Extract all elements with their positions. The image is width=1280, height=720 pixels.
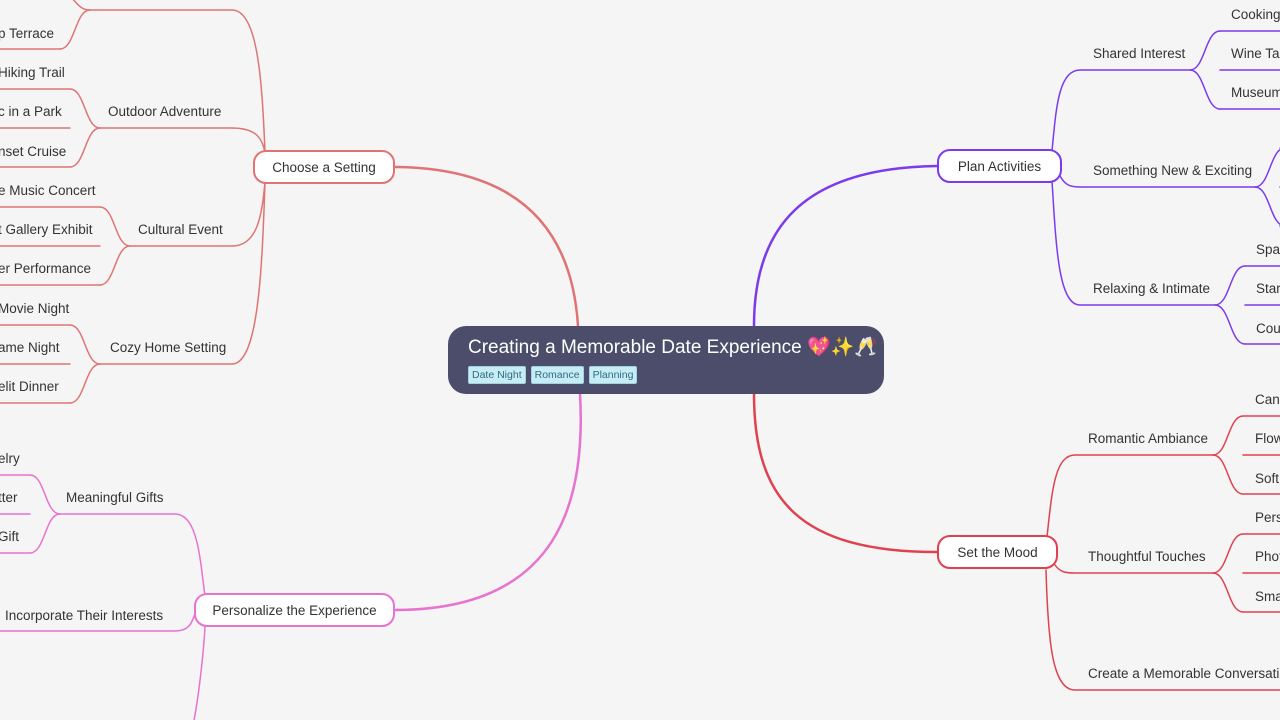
- leaf-node[interactable]: Flow: [1255, 431, 1280, 446]
- leaf-node[interactable]: Hiking Trail: [0, 65, 65, 80]
- connector-activities-sub: [1051, 69, 1191, 152]
- connector-setting-leaf: [59, 9, 91, 50]
- root-title: Creating a Memorable Date Experience 💖✨🥂: [468, 337, 878, 358]
- sub-node-cultural-event[interactable]: Cultural Event: [138, 222, 223, 237]
- leaf-node[interactable]: Soft: [1255, 471, 1279, 486]
- connector-root-mood: [752, 392, 939, 554]
- leaf-node[interactable]: Spa: [1256, 242, 1280, 257]
- leaf-node[interactable]: er Performance: [0, 261, 91, 276]
- connector-setting-leaf: [99, 206, 131, 247]
- connector-setting-sub: [231, 181, 266, 365]
- connector-setting-leaf: [69, 363, 101, 404]
- sub-node-thoughtful-touches[interactable]: Thoughtful Touches: [1088, 549, 1206, 564]
- leaf-node[interactable]: nset Cruise: [0, 144, 66, 159]
- leaf-node[interactable]: Pers: [1255, 510, 1280, 525]
- leaf-node[interactable]: tter: [0, 490, 18, 505]
- leaf-node[interactable]: elit Dinner: [0, 379, 59, 394]
- branch-node-set-the-mood[interactable]: Set the Mood: [937, 535, 1058, 569]
- leaf-node[interactable]: Movie Night: [0, 301, 70, 316]
- connector-gifts-leaf: [29, 513, 61, 554]
- connector-gifts-leaf: [29, 474, 61, 515]
- connector-activities-leaf: [1189, 69, 1221, 110]
- root-node[interactable]: Creating a Memorable Date Experience 💖✨🥂…: [448, 326, 884, 394]
- tag-planning[interactable]: Planning: [588, 366, 638, 384]
- leaf-node[interactable]: Phot: [1255, 549, 1280, 564]
- leaf-node[interactable]: Cooking: [1231, 7, 1280, 22]
- leaf-node[interactable]: Wine Tas: [1231, 46, 1280, 61]
- leaf-node[interactable]: e Music Concert: [0, 183, 96, 198]
- sub-node-meaningful-gifts[interactable]: Meaningful Gifts: [66, 490, 164, 505]
- connector-mood-leaf: [1212, 454, 1244, 495]
- leaf-node[interactable]: elry: [0, 451, 20, 466]
- connector-mood-leaf: [1212, 415, 1244, 456]
- connector-root-activities: [752, 164, 939, 328]
- sub-node-shared-interest[interactable]: Shared Interest: [1093, 46, 1186, 61]
- leaf-node[interactable]: c in a Park: [0, 104, 62, 119]
- leaf-node[interactable]: ame Night: [0, 340, 60, 355]
- sub-node-outdoor-adventure[interactable]: Outdoor Adventure: [108, 104, 221, 119]
- branch-node-plan-activities[interactable]: Plan Activities: [937, 149, 1062, 183]
- leaf-node[interactable]: t Gallery Exhibit: [0, 222, 93, 237]
- leaf-node[interactable]: Gift: [0, 529, 19, 544]
- connector-mood-leaf: [1212, 572, 1244, 613]
- tag-romance[interactable]: Romance: [530, 366, 584, 384]
- sub-node-romantic-ambiance[interactable]: Romantic Ambiance: [1088, 431, 1208, 446]
- connector-activities-leaf: [1254, 186, 1280, 226]
- branch-node-personalize-the-experience[interactable]: Personalize the Experience: [194, 593, 395, 627]
- leaf-node[interactable]: Sma: [1255, 589, 1280, 604]
- connector-activities-leaf: [1189, 30, 1221, 71]
- connector-setting-leaf: [72, 0, 91, 11]
- root-tags: Date Night Romance Planning: [468, 366, 864, 384]
- tag-date-night[interactable]: Date Night: [468, 366, 526, 384]
- leaf-node[interactable]: Museum: [1231, 85, 1280, 100]
- sub-node-relaxing-intimate[interactable]: Relaxing & Intimate: [1093, 281, 1210, 296]
- connector-root-setting: [393, 165, 580, 328]
- sub-node-incorporate-their-interests[interactable]: Incorporate Their Interests: [5, 608, 163, 623]
- leaf-node[interactable]: Cand: [1255, 392, 1280, 407]
- connector-setting-leaf: [69, 88, 101, 129]
- connector-setting-leaf: [99, 245, 131, 286]
- connector-activities-leaf: [1214, 265, 1246, 306]
- connector-setting-sub: [231, 127, 266, 153]
- sub-node-something-new-exciting[interactable]: Something New & Exciting: [1093, 163, 1252, 178]
- leaf-node[interactable]: p Terrace: [0, 26, 54, 41]
- connector-mood-sub: [1054, 564, 1214, 574]
- connector-mood-leaf: [1212, 533, 1244, 574]
- connector-personalize-down: [193, 626, 206, 720]
- connector-activities-leaf: [1214, 304, 1246, 345]
- connector-root-personalize: [393, 392, 582, 612]
- connector-setting-sub: [231, 181, 266, 247]
- sub-node-cozy-home-setting[interactable]: Cozy Home Setting: [110, 340, 226, 355]
- leaf-node[interactable]: Cou: [1256, 321, 1280, 336]
- leaf-node[interactable]: Star: [1256, 281, 1280, 296]
- connector-personalize-gifts: [59, 513, 206, 597]
- branch-node-choose-a-setting[interactable]: Choose a Setting: [253, 150, 395, 184]
- sub-node-create-a-memorable-conversation[interactable]: Create a Memorable Conversation: [1088, 666, 1280, 681]
- connector-mood-sub: [1046, 454, 1214, 538]
- connector-activities-leaf: [1254, 148, 1280, 188]
- connector-setting-leaf: [69, 127, 101, 168]
- connector-setting-leaf: [69, 324, 101, 365]
